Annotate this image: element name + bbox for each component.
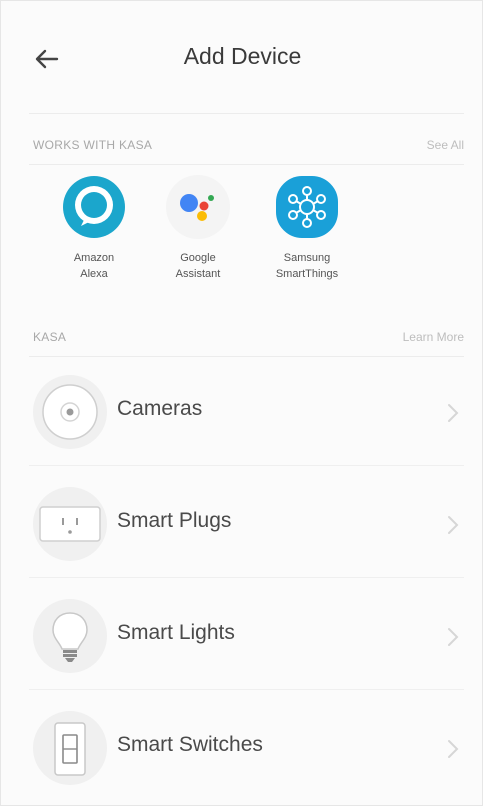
device-row-cameras[interactable]: Cameras [29,365,466,461]
row-divider [29,577,464,578]
works-with-kasa-label: WORKS WITH KASA [33,138,153,152]
icon-container [33,487,107,561]
partner-caption: Amazon Alexa [46,250,142,282]
chevron-right-icon [448,628,459,646]
device-label: Smart Switches [117,733,263,756]
partner-caption-line1: Google [180,252,216,264]
light-switch-icon [54,722,86,776]
device-row-smart-lights[interactable]: Smart Lights [29,589,466,685]
google-assistant-icon [166,175,230,239]
device-row-smart-plugs[interactable]: Smart Plugs [29,477,466,573]
device-label: Smart Plugs [117,509,232,532]
smart-plug-icon [39,506,101,542]
partner-caption-line2: Assistant [175,268,221,280]
alexa-icon [63,176,125,238]
partner-caption: Samsung SmartThings [259,250,355,282]
add-device-screen: Add Device WORKS WITH KASA See All Amazo… [0,0,483,806]
works-with-divider [29,164,464,165]
camera-icon [42,384,98,440]
partner-amazon-alexa[interactable]: Amazon Alexa [46,174,142,282]
row-divider [29,465,464,466]
partner-samsung-smartthings[interactable]: Samsung SmartThings [259,174,355,282]
kasa-divider [29,356,464,357]
header-divider [29,113,464,114]
partner-google-assistant[interactable]: Google Assistant [150,174,246,282]
smartthings-icon [276,176,338,238]
icon-container [33,375,107,449]
device-label: Smart Lights [117,621,235,644]
row-divider [29,689,464,690]
light-bulb-icon [52,612,88,662]
chevron-right-icon [448,404,459,422]
chevron-right-icon [448,740,459,758]
page-title: Add Device [183,43,302,69]
partner-caption-line2: SmartThings [275,268,339,280]
device-row-smart-switches[interactable]: Smart Switches [29,701,466,797]
icon-container [33,711,107,785]
partner-caption-line2: Alexa [80,268,108,280]
chevron-right-icon [448,516,459,534]
partner-caption: Google Assistant [150,250,246,282]
partner-caption-line1: Amazon [73,252,115,264]
device-label: Cameras [117,397,203,420]
learn-more-link[interactable]: Learn More [403,330,464,344]
icon-container [33,599,107,673]
kasa-section-label: KASA [33,330,67,344]
partner-caption-line1: Samsung [283,252,331,264]
header: Add Device [1,1,483,113]
see-all-link[interactable]: See All [427,138,464,152]
